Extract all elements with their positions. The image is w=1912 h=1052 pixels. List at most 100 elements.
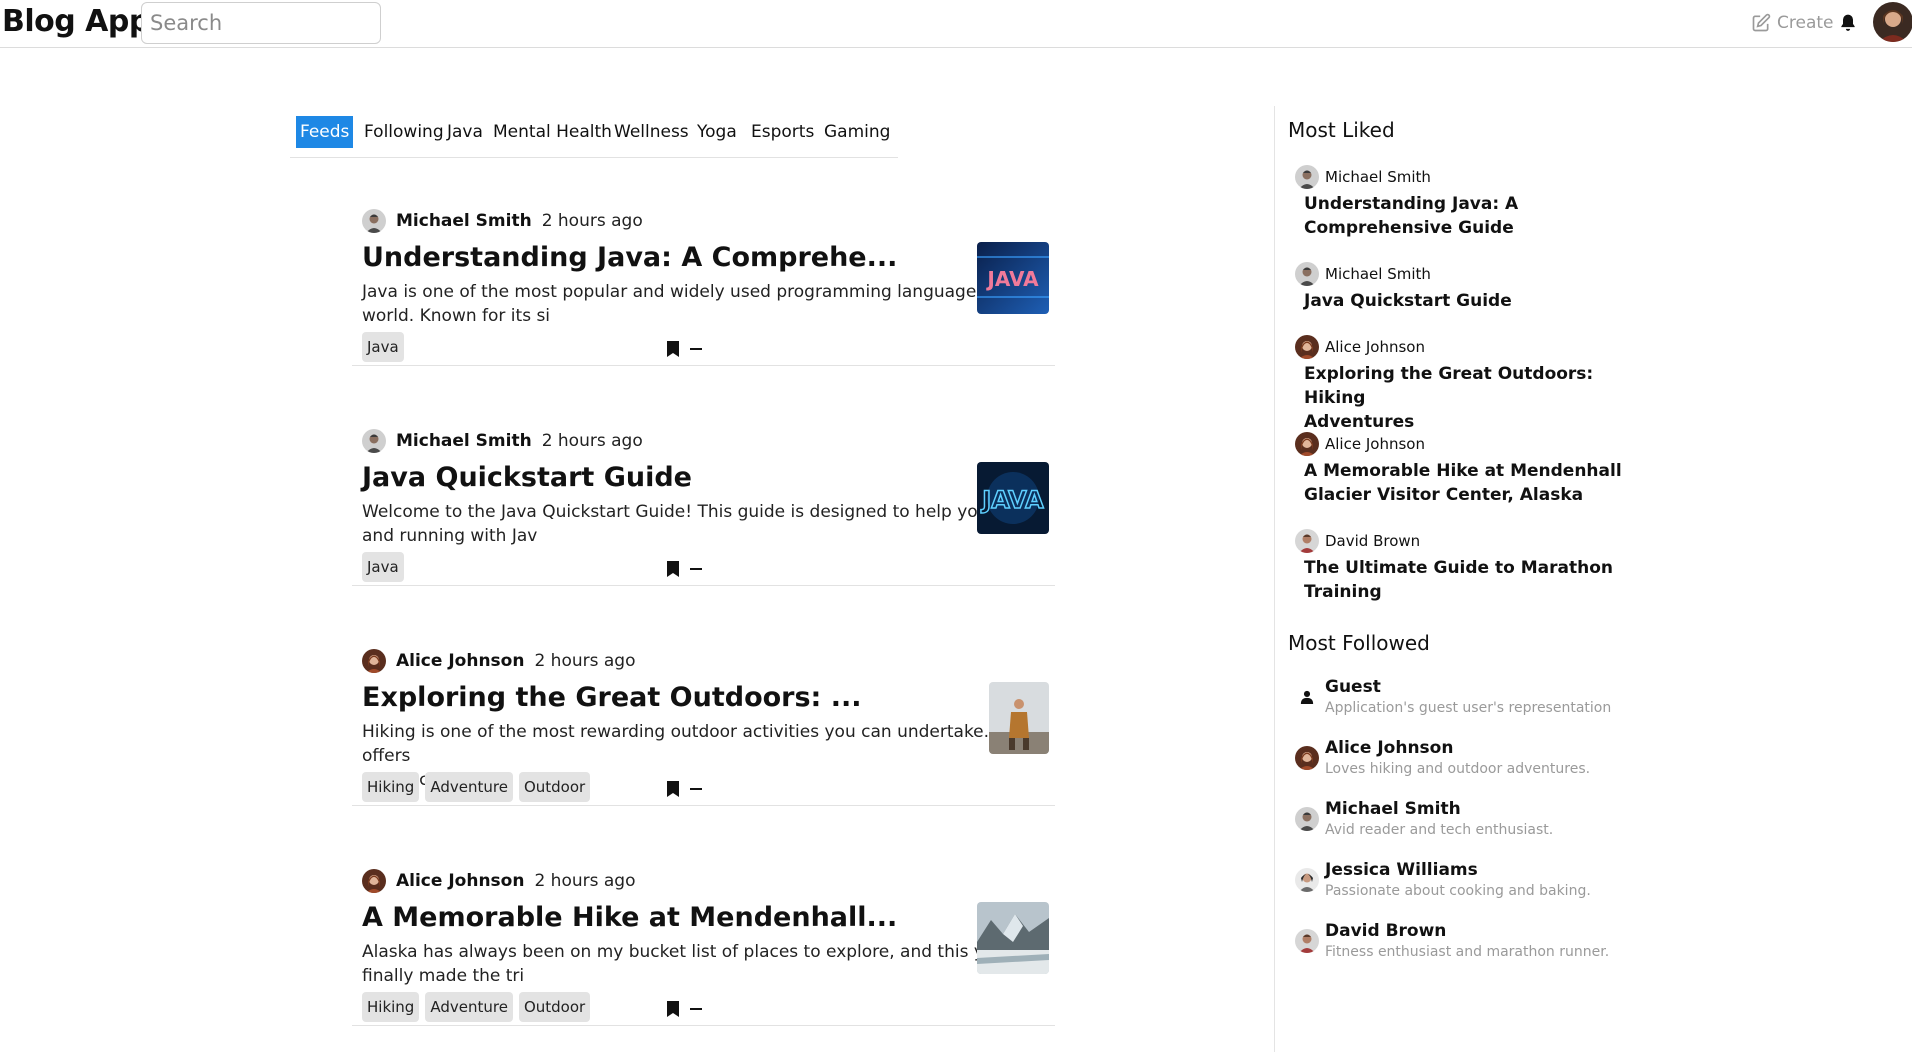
followed-name: Michael Smith	[1325, 799, 1461, 819]
post-time: 2 hours ago	[541, 431, 643, 451]
followed-user[interactable]: Guest Application's guest user's represe…	[1295, 672, 1625, 722]
create-label: Create	[1777, 13, 1834, 33]
user-avatar[interactable]	[1873, 2, 1912, 42]
post-author[interactable]: Michael Smith 2 hours ago	[362, 208, 643, 234]
more-options-icon[interactable]	[690, 1008, 702, 1010]
most-liked-item[interactable]: Alice Johnson Exploring the Great Outdoo…	[1295, 334, 1625, 434]
liked-author: Michael Smith	[1295, 261, 1625, 287]
tag-chip[interactable]: Outdoor	[518, 992, 591, 1022]
followed-bio: Avid reader and tech enthusiast.	[1325, 822, 1554, 838]
tab-mental-health[interactable]: Mental Health	[489, 116, 616, 148]
most-liked-item[interactable]: Michael Smith Java Quickstart Guide	[1295, 261, 1625, 313]
author-name: Alice Johnson	[1325, 338, 1425, 356]
tag-chip[interactable]: Java	[362, 552, 404, 582]
bookmark-icon[interactable]	[666, 560, 680, 578]
tab-gaming[interactable]: Gaming	[820, 116, 894, 148]
liked-post-title[interactable]: Java Quickstart Guide	[1304, 289, 1625, 313]
post-title[interactable]: Java Quickstart Guide	[362, 462, 692, 493]
post-thumbnail[interactable]	[989, 682, 1049, 754]
brand-logo[interactable]: Blog App	[2, 4, 150, 39]
followed-user[interactable]: Michael Smith Avid reader and tech enthu…	[1295, 794, 1625, 844]
tab-wellness[interactable]: Wellness	[610, 116, 693, 148]
category-tabs: Feeds Following Java Mental Health Welln…	[290, 116, 898, 158]
svg-text:JAVA: JAVA	[985, 267, 1039, 291]
liked-post-title[interactable]: Understanding Java: A Comprehensive Guid…	[1304, 192, 1625, 240]
author-name: Alice Johnson	[396, 871, 525, 891]
post-author[interactable]: Michael Smith 2 hours ago	[362, 428, 643, 454]
followed-user-info: Alice Johnson Loves hiking and outdoor a…	[1325, 737, 1590, 779]
followed-user-info: Guest Application's guest user's represe…	[1325, 676, 1611, 718]
title-line: Exploring the Great Outdoors: Hiking	[1304, 364, 1594, 408]
followed-name: Guest	[1325, 677, 1381, 697]
post-tags: Java	[362, 332, 404, 362]
post-title[interactable]: A Memorable Hike at Mendenhall...	[362, 902, 897, 933]
user-avatar	[1295, 868, 1319, 892]
liked-author: David Brown	[1295, 528, 1625, 554]
tab-esports[interactable]: Esports	[747, 116, 818, 148]
tab-feeds[interactable]: Feeds	[296, 116, 354, 148]
feed-post: Michael Smith 2 hours ago Understanding …	[352, 208, 1055, 366]
tab-java[interactable]: Java	[443, 116, 487, 148]
bookmark-icon[interactable]	[666, 1000, 680, 1018]
excerpt-line: finally made the tri	[362, 966, 525, 986]
post-title[interactable]: Exploring the Great Outdoors: ...	[362, 682, 862, 713]
followed-user[interactable]: Jessica Williams Passionate about cookin…	[1295, 855, 1625, 905]
post-thumbnail[interactable]	[977, 902, 1049, 974]
followed-user[interactable]: Alice Johnson Loves hiking and outdoor a…	[1295, 733, 1625, 783]
post-author[interactable]: Alice Johnson 2 hours ago	[362, 868, 635, 894]
title-line: A Memorable Hike at Mendenhall	[1304, 461, 1622, 481]
tag-chip[interactable]: Java	[362, 332, 404, 362]
most-liked-item[interactable]: Alice Johnson A Memorable Hike at Menden…	[1295, 431, 1625, 507]
followed-name: Jessica Williams	[1325, 860, 1478, 880]
bookmark-icon[interactable]	[666, 340, 680, 358]
search-input[interactable]	[141, 2, 381, 44]
excerpt-line: Hiking is one of the most rewarding outd…	[362, 722, 1007, 766]
post-author[interactable]: Alice Johnson 2 hours ago	[362, 648, 635, 674]
user-icon	[1295, 685, 1319, 709]
tag-chip[interactable]: Hiking	[362, 992, 420, 1022]
bookmark-icon[interactable]	[666, 780, 680, 798]
title-line: Java Quickstart Guide	[1304, 291, 1512, 311]
author-avatar	[362, 649, 386, 673]
more-options-icon[interactable]	[690, 788, 702, 790]
post-tags: Java	[362, 552, 404, 582]
tag-chip[interactable]: Outdoor	[518, 772, 591, 802]
author-avatar	[1295, 262, 1319, 286]
followed-bio: Application's guest user's representatio…	[1325, 700, 1612, 716]
post-excerpt: Java is one of the most popular and wide…	[362, 280, 1039, 328]
create-button[interactable]: Create	[1751, 10, 1834, 36]
more-options-icon[interactable]	[690, 568, 702, 570]
post-thumbnail[interactable]: JAVA	[977, 242, 1049, 314]
tab-yoga[interactable]: Yoga	[693, 116, 741, 148]
svg-text:JAVA: JAVA	[980, 486, 1044, 514]
tag-chip[interactable]: Adventure	[425, 992, 513, 1022]
title-line: The Ultimate Guide to Marathon	[1304, 558, 1613, 578]
most-liked-item[interactable]: Michael Smith Understanding Java: A Comp…	[1295, 164, 1625, 240]
followed-name: Alice Johnson	[1325, 738, 1454, 758]
author-avatar	[1295, 165, 1319, 189]
tag-chip[interactable]: Hiking	[362, 772, 420, 802]
liked-post-title[interactable]: Exploring the Great Outdoors: Hiking Adv…	[1304, 362, 1625, 434]
bell-icon[interactable]	[1838, 12, 1858, 34]
author-name: Michael Smith	[396, 431, 532, 451]
top-navbar: Blog App Create	[0, 0, 1912, 48]
liked-post-title[interactable]: A Memorable Hike at Mendenhall Glacier V…	[1304, 459, 1625, 507]
tag-chip[interactable]: Adventure	[425, 772, 513, 802]
tab-following[interactable]: Following	[360, 116, 448, 148]
post-title[interactable]: Understanding Java: A Comprehe...	[362, 242, 897, 273]
post-tags: Hiking Adventure Outdoor	[362, 772, 591, 802]
most-liked-item[interactable]: David Brown The Ultimate Guide to Marath…	[1295, 528, 1625, 604]
followed-name: David Brown	[1325, 921, 1447, 941]
liked-post-title[interactable]: The Ultimate Guide to Marathon Training	[1304, 556, 1625, 604]
author-avatar	[362, 869, 386, 893]
post-thumbnail[interactable]: JAVA	[977, 462, 1049, 534]
excerpt-line: Alaska has always been on my bucket list…	[362, 942, 1028, 962]
liked-author: Alice Johnson	[1295, 431, 1625, 457]
feed-post: Michael Smith 2 hours ago Java Quickstar…	[352, 428, 1055, 586]
liked-author: Michael Smith	[1295, 164, 1625, 190]
followed-user[interactable]: David Brown Fitness enthusiast and marat…	[1295, 916, 1625, 966]
feed-post: Alice Johnson 2 hours ago A Memorable Hi…	[352, 868, 1055, 1026]
title-line: Glacier Visitor Center, Alaska	[1304, 485, 1584, 505]
most-liked-heading: Most Liked	[1288, 118, 1395, 142]
more-options-icon[interactable]	[690, 348, 702, 350]
